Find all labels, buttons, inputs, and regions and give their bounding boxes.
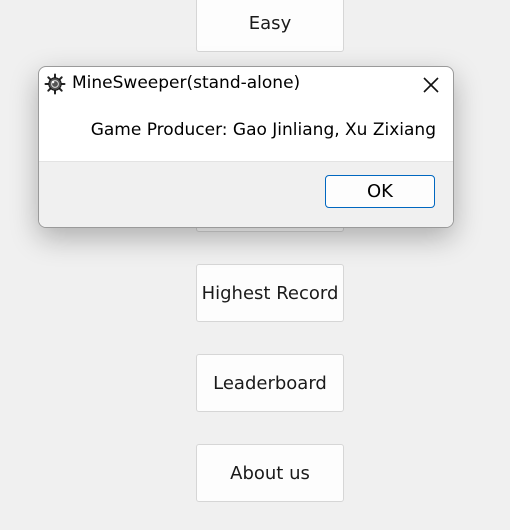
highest-record-button[interactable]: Highest Record [196, 264, 344, 322]
about-us-button-label: About us [230, 462, 310, 484]
easy-button[interactable]: Easy [196, 0, 344, 52]
dialog-message: Game Producer: Gao Jinliang, Xu Zixiang [90, 120, 436, 140]
ok-button[interactable]: OK [325, 175, 435, 208]
about-dialog: MineSweeper(stand-alone) Game Producer: … [38, 66, 454, 228]
close-icon [423, 77, 439, 93]
highest-record-button-label: Highest Record [201, 282, 339, 304]
close-button[interactable] [419, 73, 443, 97]
leaderboard-button[interactable]: Leaderboard [196, 354, 344, 412]
ok-button-label: OK [367, 181, 393, 202]
dialog-titlebar[interactable]: MineSweeper(stand-alone) [39, 67, 453, 101]
dialog-footer: OK [39, 161, 453, 227]
mine-icon [44, 73, 66, 95]
leaderboard-button-label: Leaderboard [213, 372, 327, 394]
easy-button-label: Easy [248, 12, 292, 34]
dialog-title: MineSweeper(stand-alone) [72, 73, 301, 93]
about-us-button[interactable]: About us [196, 444, 344, 502]
